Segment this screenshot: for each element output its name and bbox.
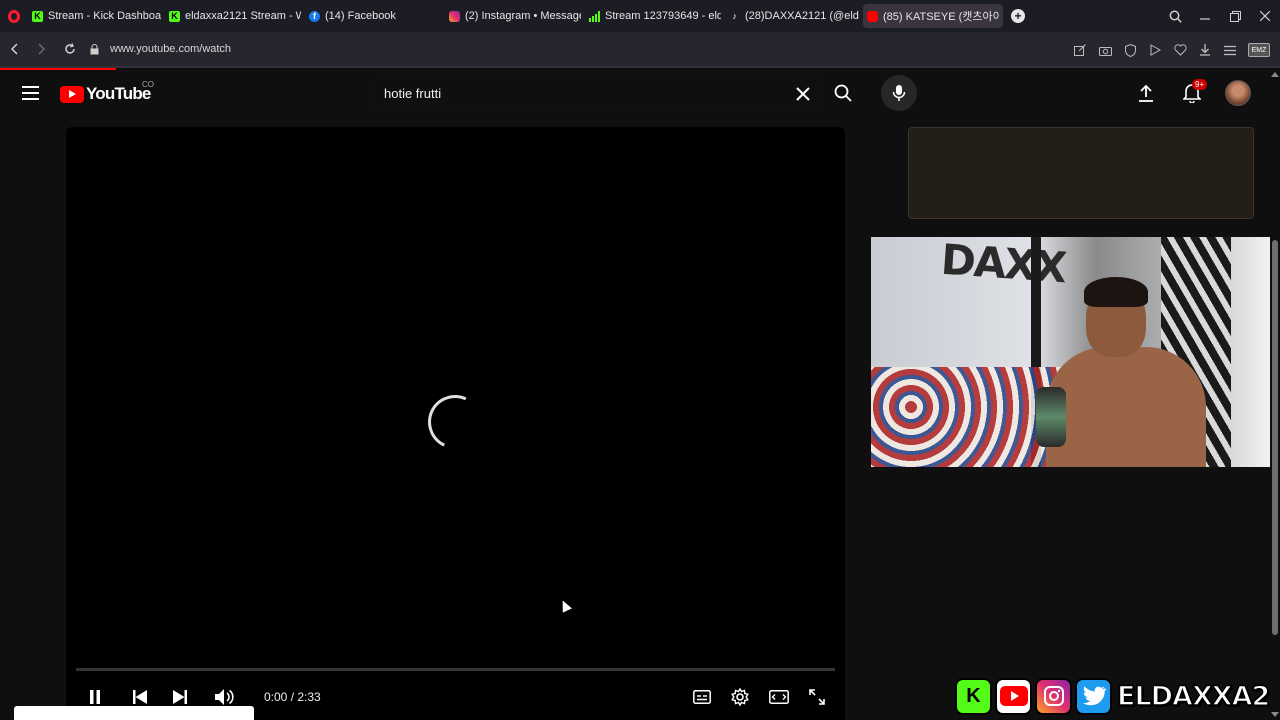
youtube-logo[interactable]: YouTube CO xyxy=(60,80,154,104)
microphone xyxy=(1036,387,1066,447)
gear-icon xyxy=(731,688,749,706)
account-button[interactable] xyxy=(1222,77,1254,109)
browser-search-icon[interactable] xyxy=(1160,0,1190,32)
page-scrollbar[interactable] xyxy=(1270,70,1280,720)
kick-icon: K xyxy=(32,10,43,22)
notification-badge: 9+ xyxy=(1192,79,1208,90)
url-field[interactable]: www.youtube.com/watch xyxy=(110,43,231,55)
download-icon[interactable] xyxy=(1198,43,1212,57)
restore-button[interactable] xyxy=(1220,0,1250,32)
tab-label: Stream - Kick Dashboard xyxy=(48,10,161,22)
tiktok-icon: ♪ xyxy=(732,11,737,21)
youtube-header: YouTube CO hotie frutti 9+ xyxy=(0,70,1270,116)
loading-spinner xyxy=(420,387,490,457)
upload-button[interactable] xyxy=(1130,77,1162,109)
tab-label: (28)DAXXA2121 (@eldaxx xyxy=(745,10,859,22)
heart-icon[interactable] xyxy=(1173,43,1187,57)
close-window-button[interactable] xyxy=(1250,0,1280,32)
theater-mode-button[interactable] xyxy=(769,679,789,715)
notifications-button[interactable]: 9+ xyxy=(1176,77,1208,109)
scrollbar-thumb[interactable] xyxy=(1272,240,1278,635)
menu-icon[interactable] xyxy=(22,86,39,100)
country-code: CO xyxy=(142,80,154,89)
tab-stream-signal[interactable]: Stream 123793649 - eldax xyxy=(585,0,725,32)
overlay-bar xyxy=(14,706,254,720)
microphone-icon xyxy=(892,85,906,101)
tab-kick-stream[interactable]: K eldaxxa2121 Stream - Wat xyxy=(165,0,305,32)
tab-facebook[interactable]: f (14) Facebook xyxy=(305,0,445,32)
tab-youtube-active[interactable]: (85) KATSEYE (캣츠아이) xyxy=(863,4,1003,28)
avatar xyxy=(1225,80,1251,106)
social-overlay: K ELDAXXA2121 xyxy=(955,676,1280,716)
clear-search-icon[interactable] xyxy=(796,83,810,106)
tab-kick-dashboard[interactable]: K Stream - Kick Dashboard xyxy=(28,0,165,32)
streamer-handle: ELDAXXA2121 xyxy=(1116,680,1280,713)
theater-icon xyxy=(769,690,789,704)
lock-icon[interactable] xyxy=(84,35,104,63)
instagram-icon xyxy=(1035,677,1072,715)
share-icon[interactable] xyxy=(1073,43,1087,57)
tab-label: eldaxxa2121 Stream - Wat xyxy=(185,10,301,22)
search-input[interactable]: hotie frutti xyxy=(369,76,821,110)
browser-tab-bar: K Stream - Kick Dashboard K eldaxxa2121 … xyxy=(0,0,1280,32)
kick-icon: K xyxy=(169,10,180,22)
minimize-button[interactable] xyxy=(1190,0,1220,32)
tab-label: Stream 123793649 - eldax xyxy=(605,10,721,22)
easy-setup-icon[interactable] xyxy=(1223,43,1237,57)
extension-badge[interactable]: EMZ xyxy=(1248,43,1270,57)
previous-icon xyxy=(133,690,147,704)
volume-icon xyxy=(215,689,234,705)
subtitles-button[interactable] xyxy=(693,679,711,715)
signal-icon xyxy=(589,10,600,22)
youtube-play-icon xyxy=(60,85,84,103)
back-button[interactable] xyxy=(0,35,28,63)
ad-placeholder xyxy=(908,127,1254,219)
time-display: 0:00 / 2:33 xyxy=(264,690,321,704)
search-query-text: hotie frutti xyxy=(384,86,442,101)
streamer xyxy=(1046,277,1206,467)
player-icon[interactable] xyxy=(1148,43,1162,57)
fullscreen-icon xyxy=(809,689,825,705)
forward-button[interactable] xyxy=(28,35,56,63)
new-tab-button[interactable]: + xyxy=(1011,9,1025,23)
progress-bar[interactable] xyxy=(76,668,835,671)
kick-icon: K xyxy=(955,677,992,715)
facebook-icon: f xyxy=(309,10,320,22)
settings-button[interactable] xyxy=(731,679,749,715)
youtube-wordmark: YouTube xyxy=(86,84,151,103)
pause-icon xyxy=(90,690,100,704)
address-bar: www.youtube.com/watch EMZ xyxy=(0,32,1280,68)
youtube-icon xyxy=(867,10,878,22)
reload-button[interactable] xyxy=(56,35,84,63)
instagram-icon xyxy=(449,10,460,22)
next-icon xyxy=(173,690,187,704)
twitter-icon xyxy=(1075,677,1112,715)
upload-icon xyxy=(1139,84,1153,102)
voice-search-button[interactable] xyxy=(881,75,917,111)
camera-icon[interactable] xyxy=(1098,43,1112,57)
tab-label: (14) Facebook xyxy=(325,10,396,22)
tab-tiktok[interactable]: ♪ (28)DAXXA2121 (@eldaxx xyxy=(725,0,863,32)
search-button[interactable] xyxy=(821,76,865,110)
shield-icon[interactable] xyxy=(1123,43,1137,57)
webcam-overlay: DAXX xyxy=(871,237,1280,467)
opera-logo-icon[interactable] xyxy=(0,0,28,32)
tab-label: (85) KATSEYE (캣츠아이) xyxy=(883,11,999,23)
fullscreen-button[interactable] xyxy=(809,679,825,715)
search-icon xyxy=(834,84,852,102)
tab-label: (2) Instagram • Messages xyxy=(465,10,581,22)
tab-instagram[interactable]: (2) Instagram • Messages xyxy=(445,0,585,32)
subtitles-icon xyxy=(693,690,711,704)
video-player[interactable]: 0:00 / 2:33 xyxy=(66,127,845,720)
youtube-icon xyxy=(995,677,1032,715)
